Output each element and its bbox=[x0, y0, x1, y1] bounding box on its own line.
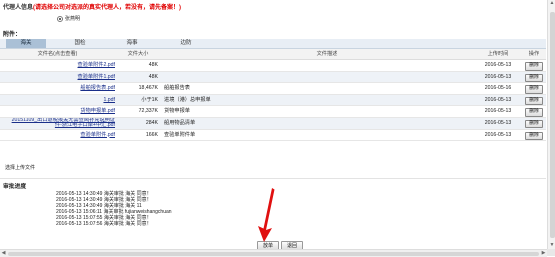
table-row: 船舶报告表.pdf 18,467K 船舶报告表 2016-05-16 删除 bbox=[0, 83, 546, 95]
file-link[interactable]: 船舶报告表.pdf bbox=[80, 85, 115, 91]
upload-date: 2016-05-13 bbox=[484, 119, 512, 126]
col-description: 文件描述 bbox=[316, 51, 338, 57]
file-link-line2[interactable]: 件-浙江电子口岸+中汇.pdf bbox=[0, 123, 115, 128]
tab-border[interactable]: 边防 bbox=[166, 39, 206, 48]
table-row: 查验单附件.pdf 166K 查验单附件单 2016-05-13 删除 bbox=[0, 130, 546, 142]
log-entry: 2016-05-13 15:07:56 海关审批 海关 同意！ bbox=[56, 221, 152, 228]
file-size: 小于1K bbox=[141, 96, 158, 103]
file-link[interactable]: 查验单附件1.pdf bbox=[78, 74, 115, 80]
delete-button[interactable]: 删除 bbox=[525, 62, 543, 71]
col-action: 操作 bbox=[528, 51, 540, 57]
col-filesize: 文件大小 bbox=[127, 51, 149, 57]
delete-button[interactable]: 删除 bbox=[525, 73, 543, 83]
agent-warning: (请选择公司对选派的真实代理人，若没有，请先备案！) bbox=[33, 5, 182, 11]
file-description: 查验单附件单 bbox=[164, 131, 196, 138]
delete-button[interactable]: 删除 bbox=[525, 108, 543, 117]
delete-button[interactable]: 删除 bbox=[525, 131, 543, 141]
agent-info-title: 代理人信息 bbox=[3, 5, 34, 11]
approval-progress: 审批进度 2016-05-13 14:30:49 海关审批 海关 同意！ 201… bbox=[0, 178, 546, 237]
table-row: 查验单附件1.pdf 48K 2016-05-13 删除 bbox=[0, 71, 546, 84]
delete-button[interactable]: 删除 bbox=[525, 85, 543, 94]
col-filename: 文件名(点击查看) bbox=[37, 51, 78, 57]
table-row: 货物申报单.pdf 72,337K 货物申报单 2016-05-13 删除 bbox=[0, 106, 546, 118]
upload-row: 选择上传文件 bbox=[0, 160, 546, 174]
file-size: 284K bbox=[145, 119, 158, 126]
table-row: 查验单附件2.pdf 48K 2016-05-13 删除 bbox=[0, 60, 546, 72]
table-row: 20151109_出口退税报关无需查阅补充说明证 件-浙江电子口岸+中汇.pdf… bbox=[0, 117, 546, 130]
attachments-title: 附件： bbox=[3, 32, 22, 38]
delete-button[interactable]: 删除 bbox=[525, 96, 543, 106]
file-link[interactable]: 查验单附件.pdf bbox=[80, 132, 115, 138]
table-header: 文件名(点击查看) 文件大小 文件描述 上传时间 操作 bbox=[0, 49, 546, 60]
vertical-scrollbar[interactable]: ▲ ▼ bbox=[547, 0, 555, 249]
file-link[interactable]: 20151109_出口退税报关无需查阅补充说明证 件-浙江电子口岸+中汇.pdf bbox=[0, 118, 115, 128]
scroll-down-icon[interactable]: ▼ bbox=[548, 242, 555, 249]
file-size: 48K bbox=[148, 73, 158, 80]
progress-title: 审批进度 bbox=[3, 184, 27, 190]
scroll-up-icon[interactable]: ▲ bbox=[548, 0, 555, 7]
attachment-table: 文件名(点击查看) 文件大小 文件描述 上传时间 操作 查验单附件2.pdf 4… bbox=[0, 49, 546, 142]
file-link[interactable]: 查验单附件2.pdf bbox=[78, 62, 115, 68]
file-size: 166K bbox=[145, 131, 158, 138]
progress-log: 2016-05-13 14:30:49 海关审批 海关 同意！ 2016-05-… bbox=[56, 191, 172, 228]
agent-radio-option[interactable]: 张燕明 bbox=[57, 15, 80, 22]
agent-info-header: 代理人信息(请选择公司对选派的真实代理人，若没有，请先备案！) bbox=[3, 2, 181, 11]
upload-date: 2016-05-13 bbox=[484, 96, 512, 103]
table-row: 1.pdf 小于1K 进境（港）总申报单 2016-05-13 删除 bbox=[0, 94, 546, 107]
file-link[interactable]: 1.pdf bbox=[103, 97, 115, 103]
attachment-tabs: 海关 国检 海事 边防 bbox=[0, 39, 546, 49]
upload-date: 2016-05-13 bbox=[484, 62, 512, 68]
file-size: 72,337K bbox=[138, 108, 158, 115]
upload-date: 2016-05-13 bbox=[484, 108, 512, 115]
radio-button[interactable] bbox=[57, 15, 63, 22]
upload-file-link[interactable]: 选择上传文件 bbox=[5, 164, 35, 171]
file-description: 船用物品清单 bbox=[164, 119, 196, 126]
tab-inspection[interactable]: 国检 bbox=[60, 39, 100, 48]
col-upload-time: 上传时间 bbox=[487, 51, 509, 57]
file-link[interactable]: 货物申报单.pdf bbox=[80, 108, 115, 114]
delete-button[interactable]: 删除 bbox=[525, 119, 543, 129]
tab-customs[interactable]: 海关 bbox=[6, 39, 46, 48]
hscroll-thumb[interactable] bbox=[8, 251, 539, 256]
upload-date: 2016-05-16 bbox=[484, 85, 512, 92]
agent-radio-label: 张燕明 bbox=[65, 16, 81, 22]
upload-date: 2016-05-13 bbox=[484, 73, 512, 80]
file-description: 货物申报单 bbox=[164, 108, 190, 115]
upload-date: 2016-05-13 bbox=[484, 131, 512, 138]
approval-page: 代理人信息(请选择公司对选派的真实代理人，若没有，请先备案！) 张燕明 附件： … bbox=[0, 0, 546, 251]
file-description: 进境（港）总申报单 bbox=[164, 96, 211, 103]
scroll-thumb[interactable] bbox=[549, 12, 555, 238]
file-size: 18,467K bbox=[138, 85, 158, 92]
file-size: 48K bbox=[148, 62, 158, 68]
tab-maritime[interactable]: 海事 bbox=[112, 39, 152, 48]
scroll-corner bbox=[547, 249, 555, 256]
file-description: 船舶报告表 bbox=[164, 85, 190, 92]
